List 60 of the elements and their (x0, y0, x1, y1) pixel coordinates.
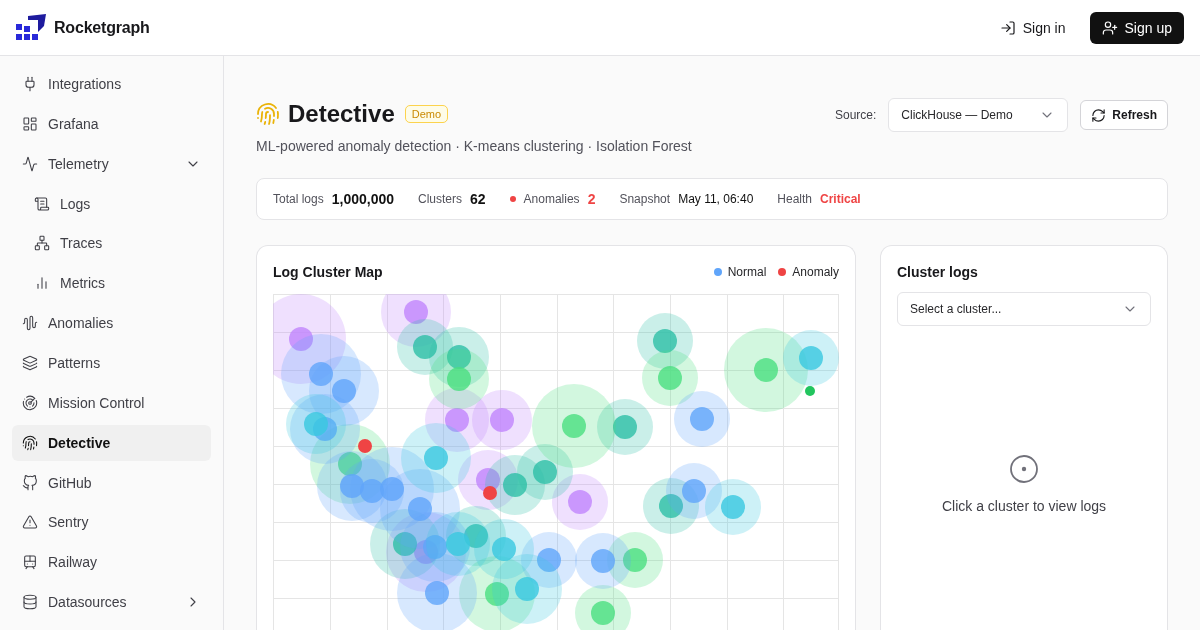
database-icon (22, 594, 38, 611)
stat-value: 2 (587, 191, 596, 207)
status-dot (509, 196, 516, 202)
warning-icon (22, 514, 38, 531)
legend-label: Anomaly (792, 265, 839, 279)
sidebar-item[interactable]: Telemetry (12, 145, 211, 182)
scroll-icon (34, 195, 50, 212)
brand-name: Rocketgraph (54, 18, 150, 37)
sidebar-item[interactable]: Anomalies (12, 305, 211, 341)
cluster-select[interactable]: Select a cluster... (897, 292, 1151, 326)
sidebar-item[interactable]: Railway (12, 544, 211, 581)
dashboard-icon (22, 115, 38, 132)
stat-value: Critical (820, 192, 861, 206)
card-title: Cluster logs (897, 264, 978, 280)
sidebar-item[interactable]: Metrics (12, 265, 211, 302)
sign-up-button[interactable]: Sign up (1089, 11, 1184, 44)
refresh-icon (1091, 107, 1107, 123)
sign-in-icon (999, 19, 1016, 36)
refresh-button[interactable]: Refresh (1080, 100, 1168, 130)
stat-label: Clusters (418, 192, 462, 206)
fingerprint-icon (256, 102, 280, 126)
hierarchy-icon (34, 235, 50, 252)
radar-icon (22, 394, 38, 411)
stat-value: May 11, 06:40 (678, 192, 754, 206)
page-title: Detective (288, 100, 395, 128)
plug-icon (22, 75, 38, 92)
sidebar-item[interactable]: GitHub (12, 464, 211, 501)
sidebar-item[interactable]: Integrations (12, 66, 211, 102)
bar-chart-icon (34, 275, 50, 292)
empty-state-text: Click a cluster to view logs (941, 498, 1107, 514)
empty-state-icon (1009, 454, 1039, 484)
sidebar-item[interactable]: Sentry (12, 504, 211, 541)
legend-label: Normal (727, 265, 767, 279)
source-label: Source: (834, 108, 877, 122)
sidebar-item[interactable]: Patterns (12, 345, 211, 381)
card-title: Log Cluster Map (273, 264, 383, 280)
layers-icon (22, 354, 38, 371)
sidebar-item[interactable]: Mission Control (12, 384, 211, 421)
stat-label: Health (777, 192, 812, 206)
user-plus-icon (1101, 19, 1118, 36)
page-subtitle: ML-powered anomaly detection · K-means clustering · Isolation Forest (256, 138, 692, 154)
stat-label: Anomalies (523, 192, 580, 206)
demo-badge: Demo (404, 105, 449, 123)
pulse-icon (22, 155, 38, 172)
stat-label: Total logs (273, 192, 324, 206)
sign-in-button[interactable]: Sign in (987, 11, 1078, 44)
source-select[interactable]: ClickHouse — Demo (888, 98, 1069, 132)
fingerprint-icon (22, 434, 38, 451)
stat-value: 1,000,000 (331, 191, 394, 207)
sidebar-item[interactable]: Grafana (12, 105, 211, 142)
sidebar-item[interactable]: Traces (12, 225, 211, 262)
train-icon (22, 554, 38, 571)
cat-icon (22, 474, 38, 491)
sidebar-item[interactable]: Datasources (12, 584, 211, 621)
sidebar-item[interactable]: Detective (12, 424, 211, 461)
sidebar-item[interactable]: Logs (12, 185, 211, 222)
waveform-icon (22, 315, 38, 332)
logo-icon (16, 13, 46, 42)
stat-label: Snapshot (619, 192, 671, 206)
stat-value: 62 (470, 191, 486, 207)
